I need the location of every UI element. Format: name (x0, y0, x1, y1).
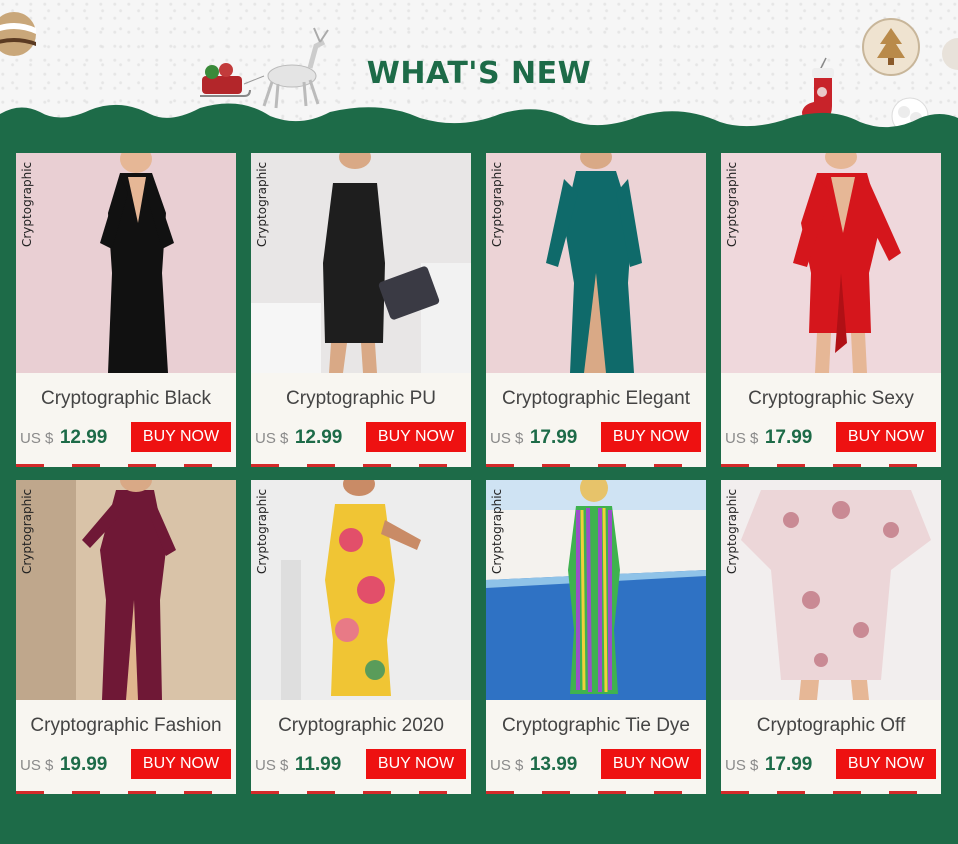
currency-label: US $ (255, 430, 289, 447)
product-name[interactable]: Cryptographic Sexy (721, 388, 941, 410)
tree-cookie-icon (862, 18, 920, 76)
product-image[interactable] (16, 153, 236, 373)
buy-now-button[interactable]: BUY NOW (131, 422, 231, 452)
currency-label: US $ (20, 430, 54, 447)
product-price: 13.99 (529, 754, 578, 775)
card-stripe (251, 791, 471, 794)
price-row: US $ 12.99 (255, 427, 342, 449)
card-stripe (251, 464, 471, 467)
buy-now-button[interactable]: BUY NOW (601, 422, 701, 452)
product-card[interactable]: Cryptographic Cryptographic Black US $ 1… (16, 153, 236, 467)
currency-label: US $ (725, 757, 759, 774)
price-row: US $ 17.99 (725, 427, 812, 449)
product-card[interactable]: Cryptographic Cryptographic PU US $ 12.9… (251, 153, 471, 467)
brand-watermark: Cryptographic (255, 161, 269, 247)
product-price: 11.99 (294, 754, 342, 775)
product-image[interactable] (721, 153, 941, 373)
brand-watermark: Cryptographic (255, 488, 269, 574)
buy-now-button[interactable]: BUY NOW (131, 749, 231, 779)
product-name[interactable]: Cryptographic Black (16, 388, 236, 410)
currency-label: US $ (725, 430, 759, 447)
brand-watermark: Cryptographic (725, 161, 739, 247)
product-name[interactable]: Cryptographic 2020 (251, 715, 471, 737)
brand-watermark: Cryptographic (490, 161, 504, 247)
card-stripe (486, 791, 706, 794)
card-stripe (721, 464, 941, 467)
product-price: 17.99 (529, 427, 578, 448)
product-image[interactable] (251, 480, 471, 700)
price-row: US $ 17.99 (725, 754, 812, 776)
product-name[interactable]: Cryptographic Tie Dye (486, 715, 706, 737)
product-card[interactable]: Cryptographic Cryptographic 2020 US $ 11… (251, 480, 471, 794)
brand-watermark: Cryptographic (20, 488, 34, 574)
ornament-icon (0, 12, 36, 56)
brand-watermark: Cryptographic (20, 161, 34, 247)
buy-now-button[interactable]: BUY NOW (836, 749, 936, 779)
product-price: 12.99 (59, 427, 108, 448)
buy-now-button[interactable]: BUY NOW (366, 422, 466, 452)
price-row: US $ 12.99 (20, 427, 107, 449)
brand-watermark: Cryptographic (490, 488, 504, 574)
product-price: 17.99 (764, 427, 813, 448)
card-stripe (721, 791, 941, 794)
product-price: 19.99 (59, 754, 108, 775)
currency-label: US $ (490, 430, 524, 447)
product-image[interactable] (486, 480, 706, 700)
product-card[interactable]: Cryptographic Cryptographic Fashion US $… (16, 480, 236, 794)
product-card[interactable]: Cryptographic Cryptographic Tie Dye US $… (486, 480, 706, 794)
ornament-icon (942, 38, 958, 70)
product-card[interactable]: Cryptographic Cryptographic Off US $ 17.… (721, 480, 941, 794)
card-stripe (16, 791, 236, 794)
brand-watermark: Cryptographic (725, 488, 739, 574)
header-banner: WHAT'S NEW (0, 0, 958, 140)
product-image[interactable] (721, 480, 941, 700)
currency-label: US $ (20, 757, 54, 774)
product-name[interactable]: Cryptographic Off (721, 715, 941, 737)
product-card[interactable]: Cryptographic Cryptographic Elegant US $… (486, 153, 706, 467)
currency-label: US $ (255, 757, 289, 774)
product-image[interactable] (16, 480, 236, 700)
product-price: 17.99 (764, 754, 813, 775)
product-price: 12.99 (294, 427, 343, 448)
buy-now-button[interactable]: BUY NOW (601, 749, 701, 779)
currency-label: US $ (490, 757, 524, 774)
buy-now-button[interactable]: BUY NOW (836, 422, 936, 452)
price-row: US $ 13.99 (490, 754, 577, 776)
buy-now-button[interactable]: BUY NOW (366, 749, 466, 779)
card-stripe (486, 464, 706, 467)
product-name[interactable]: Cryptographic PU (251, 388, 471, 410)
price-row: US $ 19.99 (20, 754, 107, 776)
product-image[interactable] (486, 153, 706, 373)
product-name[interactable]: Cryptographic Fashion (16, 715, 236, 737)
price-row: US $ 11.99 (255, 754, 341, 776)
price-row: US $ 17.99 (490, 427, 577, 449)
card-stripe (16, 464, 236, 467)
snow-border (0, 103, 958, 140)
product-name[interactable]: Cryptographic Elegant (486, 388, 706, 410)
product-image[interactable] (251, 153, 471, 373)
product-card[interactable]: Cryptographic Cryptographic Sexy US $ 17… (721, 153, 941, 467)
